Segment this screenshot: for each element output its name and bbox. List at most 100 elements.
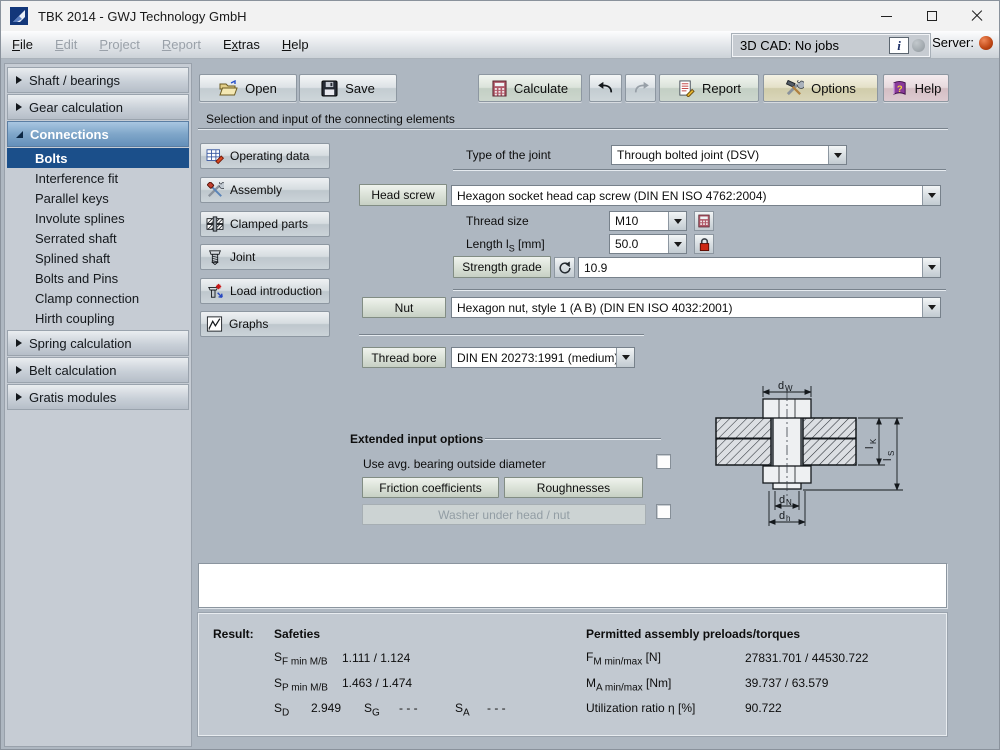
cad-status-indicator — [912, 39, 925, 52]
dropdown-arrow-icon[interactable] — [616, 348, 634, 367]
fm-value: 27831.701 / 44530.722 — [745, 651, 868, 665]
section-title: Selection and input of the connecting el… — [206, 112, 455, 126]
preloads-title: Permitted assembly preloads/torques — [586, 627, 800, 641]
options-tools-icon — [785, 80, 804, 97]
length-lock-button[interactable] — [694, 234, 714, 254]
thread-bore-button[interactable]: Thread bore — [362, 347, 446, 368]
menu-file[interactable]: File — [1, 31, 44, 58]
nut-value: Hexagon nut, style 1 (A B) (DIN EN ISO 4… — [452, 301, 922, 315]
strength-grade-dropdown[interactable]: 10.9 — [578, 257, 941, 278]
sidebar-group-gear-calculation[interactable]: Gear calculation — [7, 94, 189, 120]
head-screw-button[interactable]: Head screw — [359, 184, 447, 206]
sg-value: - - - — [399, 701, 418, 715]
thread-size-dropdown[interactable]: M10 — [609, 211, 687, 231]
nut-button[interactable]: Nut — [362, 297, 446, 318]
dropdown-arrow-icon[interactable] — [668, 212, 686, 230]
sidebar-group-connections[interactable]: Connections — [7, 121, 189, 147]
collapsed-icon — [16, 393, 22, 401]
avg-bearing-checkbox[interactable] — [656, 454, 671, 469]
clamped-parts-button[interactable]: Clamped parts — [200, 211, 330, 237]
title-bar: TBK 2014 - GWJ Technology GmbH — [1, 1, 999, 31]
report-button[interactable]: Report — [659, 74, 759, 102]
strength-grade-button[interactable]: Strength grade — [453, 256, 551, 278]
info-button[interactable]: i — [889, 37, 909, 54]
result-panel: Result: Safeties SF min M/B 1.111 / 1.12… — [198, 613, 947, 736]
sd-value: 2.949 — [311, 701, 341, 715]
collapsed-icon — [16, 366, 22, 374]
dropdown-arrow-icon[interactable] — [922, 298, 940, 317]
menu-report[interactable]: Report — [151, 31, 212, 58]
extended-options-title: Extended input options — [350, 432, 483, 446]
friction-coefficients-button[interactable]: Friction coefficients — [362, 477, 499, 498]
assembly-button[interactable]: Assembly — [200, 177, 330, 203]
redo-icon — [632, 81, 650, 95]
utilization-label: Utilization ratio η [%] — [586, 701, 695, 715]
thread-bore-dropdown[interactable]: DIN EN 20273:1991 (medium) — [451, 347, 635, 368]
thread-size-calculator-button[interactable] — [694, 211, 714, 231]
nut-dropdown[interactable]: Hexagon nut, style 1 (A B) (DIN EN ISO 4… — [451, 297, 941, 318]
thread-size-label: Thread size — [466, 214, 529, 228]
dropdown-arrow-icon[interactable] — [668, 235, 686, 253]
washer-button[interactable]: Washer under head / nut — [362, 504, 646, 525]
length-dropdown[interactable]: 50.0 — [609, 234, 687, 254]
redo-button[interactable] — [625, 74, 656, 102]
collapsed-icon — [16, 103, 22, 111]
save-button[interactable]: Save — [299, 74, 397, 102]
length-value: 50.0 — [610, 237, 668, 251]
sidebar-item-bolts[interactable]: Bolts — [7, 148, 189, 168]
joint-type-dropdown[interactable]: Through bolted joint (DSV) — [611, 145, 847, 165]
result-title: Result: — [213, 627, 254, 641]
minimize-button[interactable] — [864, 1, 909, 31]
sidebar-item-serrated-shaft[interactable]: Serrated shaft — [7, 228, 189, 248]
dropdown-arrow-icon[interactable] — [828, 146, 846, 164]
sidebar-item-interference-fit[interactable]: Interference fit — [7, 168, 189, 188]
head-screw-dropdown[interactable]: Hexagon socket head cap screw (DIN EN IS… — [451, 185, 941, 206]
joint-button[interactable]: Joint — [200, 244, 330, 270]
dropdown-arrow-icon[interactable] — [922, 186, 940, 205]
svg-text:l: l — [864, 447, 876, 449]
server-label: Server: — [932, 35, 974, 50]
menu-extras[interactable]: Extras — [212, 31, 271, 58]
sidebar-item-hirth-coupling[interactable]: Hirth coupling — [7, 308, 189, 328]
sidebar-group-belt-calculation[interactable]: Belt calculation — [7, 357, 189, 383]
sidebar-item-splined-shaft[interactable]: Splined shaft — [7, 248, 189, 268]
strength-grade-refresh-button[interactable] — [554, 257, 575, 278]
report-document-icon — [677, 80, 695, 97]
sidebar-item-parallel-keys[interactable]: Parallel keys — [7, 188, 189, 208]
dropdown-arrow-icon[interactable] — [922, 258, 940, 277]
thread-size-value: M10 — [610, 214, 668, 228]
ma-label: MA min/max [Nm] — [586, 676, 671, 693]
operating-data-button[interactable]: Operating data — [200, 143, 330, 169]
svg-text:W: W — [785, 384, 793, 393]
sidebar-item-bolts-and-pins[interactable]: Bolts and Pins — [7, 268, 189, 288]
menu-edit[interactable]: Edit — [44, 31, 88, 58]
load-introduction-button[interactable]: Load introduction — [200, 278, 330, 304]
options-button[interactable]: Options — [763, 74, 878, 102]
sd-label: SD — [274, 701, 289, 718]
menu-help[interactable]: Help — [271, 31, 320, 58]
washer-checkbox[interactable] — [656, 504, 671, 519]
undo-button[interactable] — [589, 74, 622, 102]
graphs-button[interactable]: Graphs — [200, 311, 330, 337]
maximize-icon — [927, 11, 937, 21]
avg-bearing-label: Use avg. bearing outside diameter — [363, 457, 546, 471]
fm-label: FM min/max [N] — [586, 650, 661, 667]
sidebar-group-gratis-modules[interactable]: Gratis modules — [7, 384, 189, 410]
graphs-icon — [206, 316, 223, 332]
menu-project[interactable]: Project — [88, 31, 151, 58]
sidebar-item-involute-splines[interactable]: Involute splines — [7, 208, 189, 228]
sidebar-item-clamp-connection[interactable]: Clamp connection — [7, 288, 189, 308]
open-button[interactable]: Open — [199, 74, 297, 102]
sidebar-group-spring-calculation[interactable]: Spring calculation — [7, 330, 189, 356]
menu-bar: File Edit Project Report Extras Help 3D … — [1, 31, 999, 59]
sidebar-group-shaft-bearings[interactable]: Shaft / bearings — [7, 67, 189, 93]
close-button[interactable] — [954, 1, 999, 31]
open-folder-icon — [219, 80, 238, 97]
help-button[interactable]: ? Help — [883, 74, 949, 102]
app-window: TBK 2014 - GWJ Technology GmbH File Edit… — [0, 0, 1000, 750]
save-floppy-icon — [321, 80, 338, 97]
calculate-button[interactable]: Calculate — [478, 74, 582, 102]
length-label: Length lS [mm] — [466, 237, 545, 253]
maximize-button[interactable] — [909, 1, 954, 31]
roughnesses-button[interactable]: Roughnesses — [504, 477, 643, 498]
